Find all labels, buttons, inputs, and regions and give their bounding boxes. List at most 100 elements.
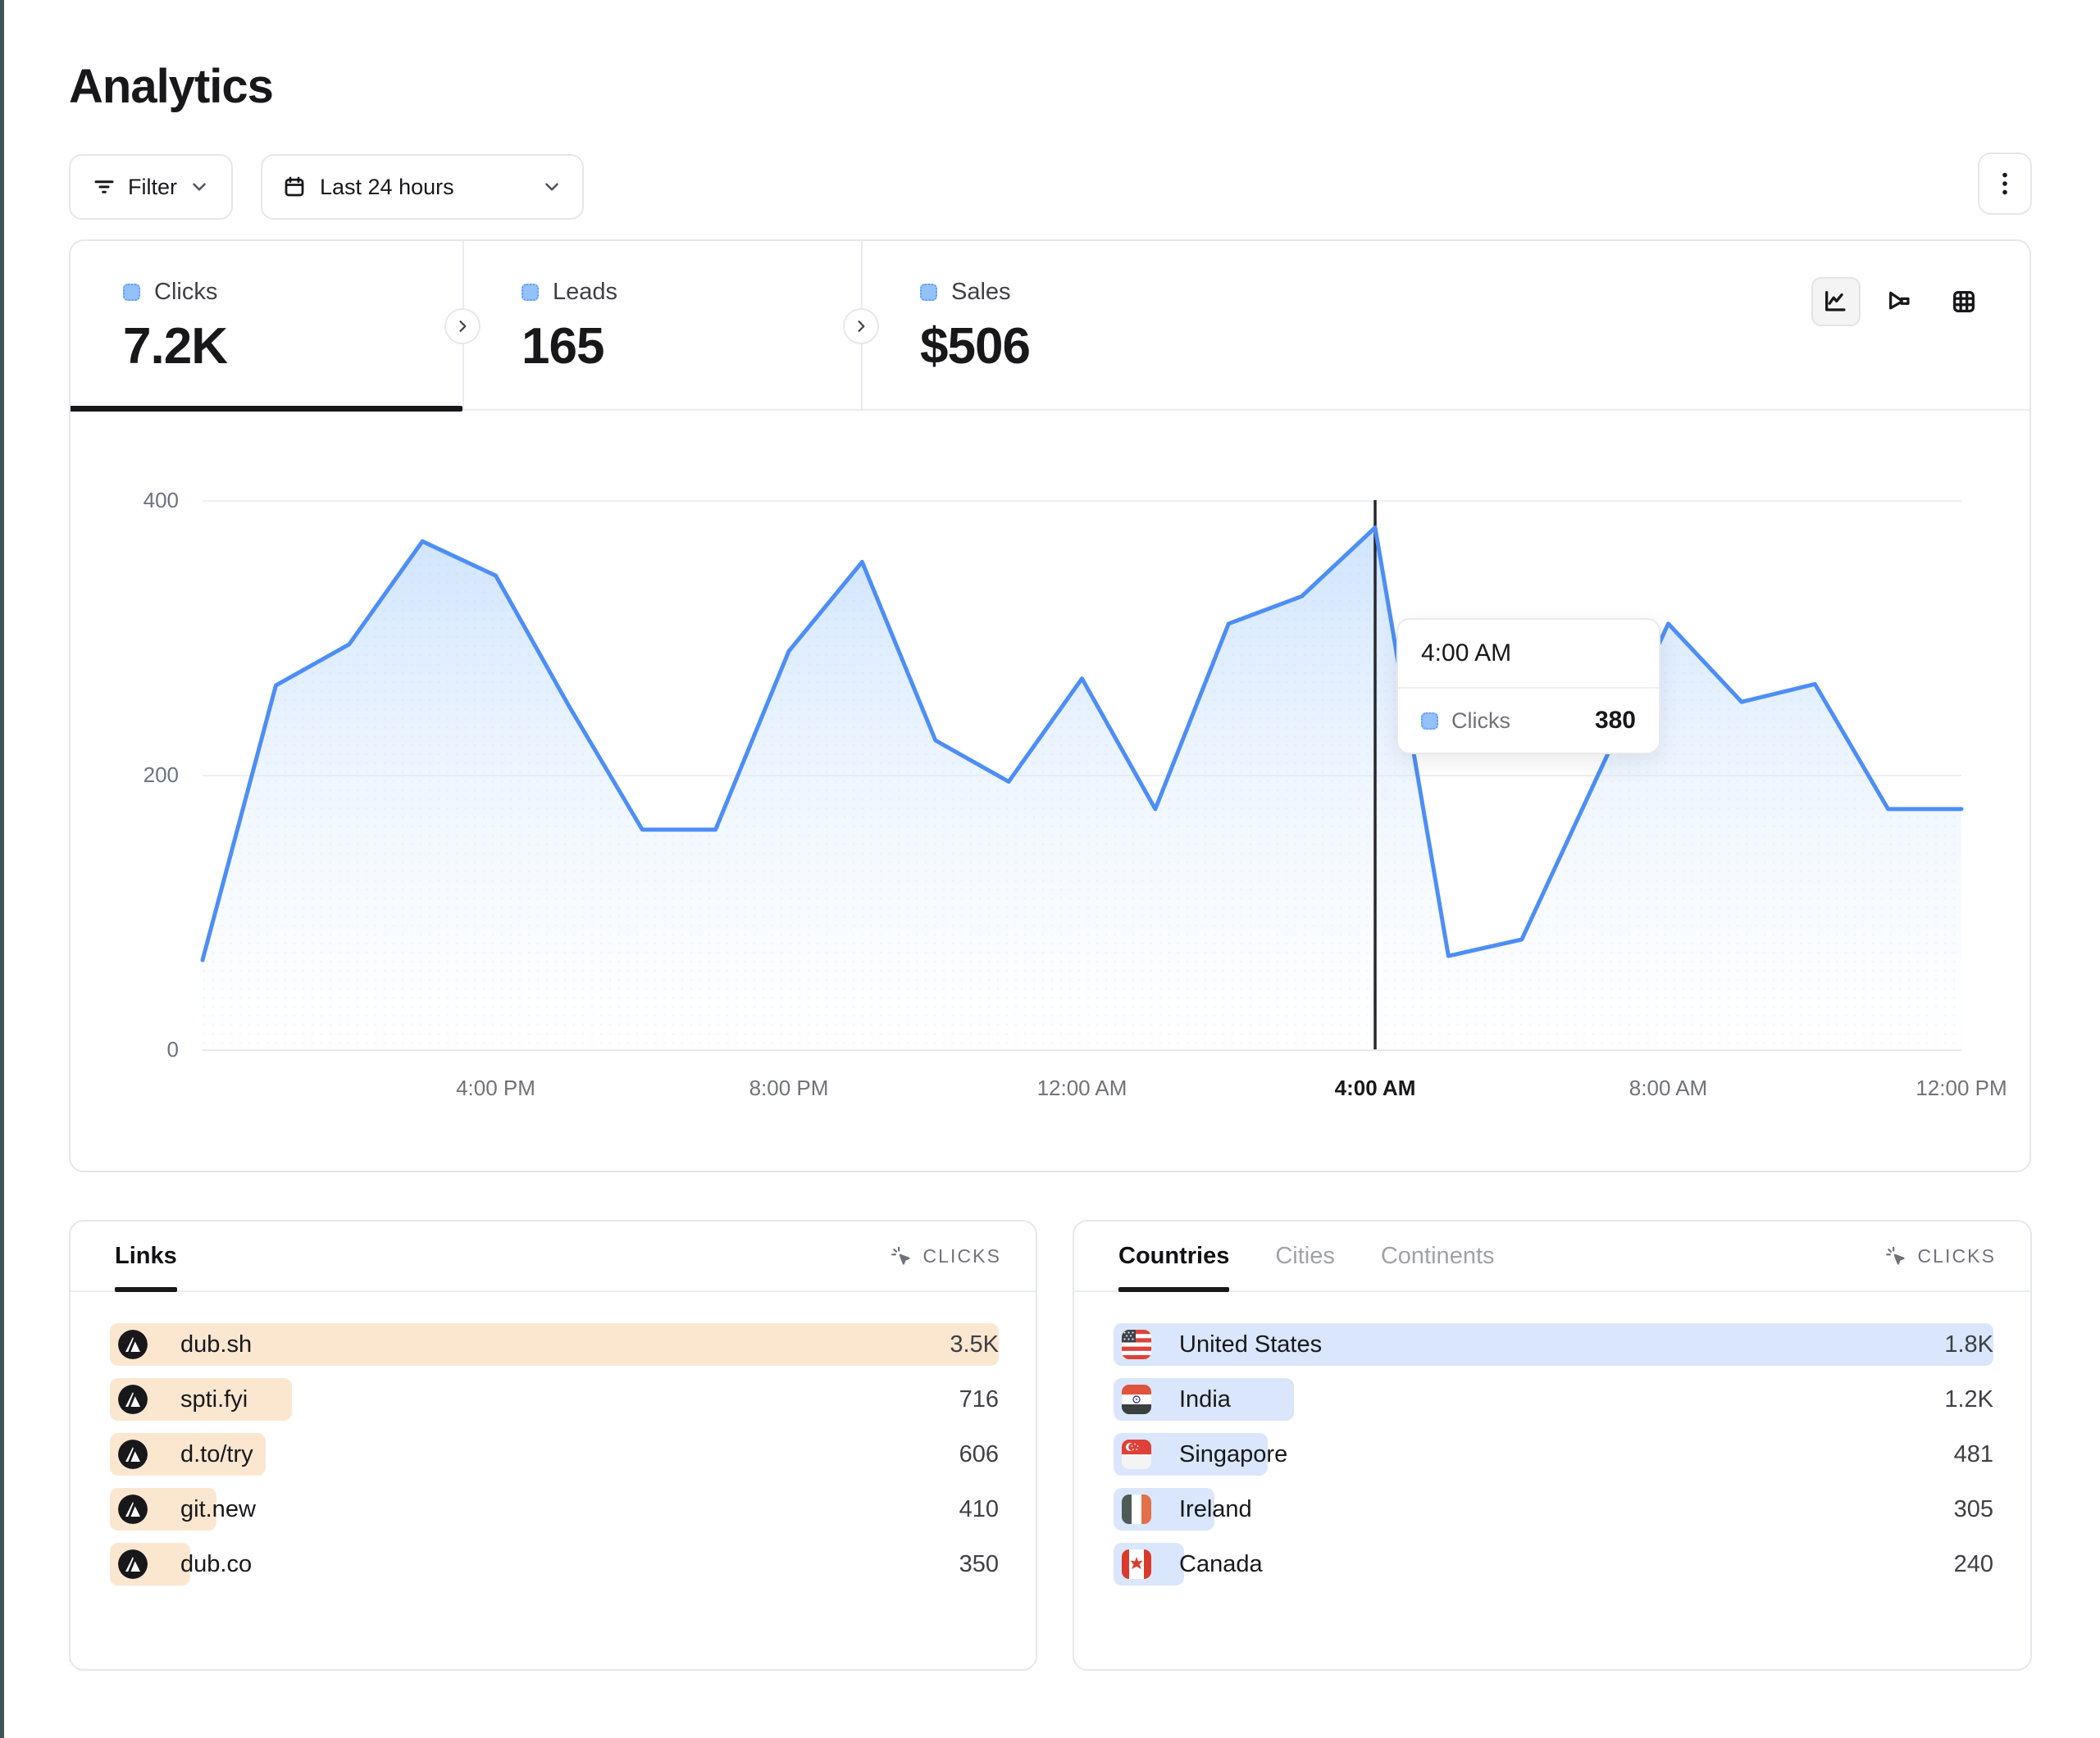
date-range-label: Last 24 hours	[320, 175, 454, 200]
tab-clicks[interactable]: Clicks 7.2K	[71, 241, 462, 409]
tab-leads[interactable]: Leads 165	[462, 241, 861, 409]
chart-view-toggles	[1811, 277, 1988, 326]
us-flag-icon	[1122, 1330, 1151, 1359]
funnel-icon	[1886, 288, 1914, 316]
table-view-button[interactable]	[1939, 277, 1988, 326]
tab-countries[interactable]: Countries	[1118, 1222, 1229, 1290]
x-tick-label: 8:00 AM	[1629, 1076, 1707, 1101]
filter-button[interactable]: Filter	[69, 154, 233, 220]
list-item-d-to-try[interactable]: d.to/try606	[110, 1433, 999, 1476]
row-value: 716	[959, 1378, 999, 1421]
row-value: 240	[1954, 1543, 1993, 1586]
tab-cities[interactable]: Cities	[1275, 1222, 1335, 1290]
row-label: India	[1179, 1378, 1231, 1421]
list-item-spti-fyi[interactable]: spti.fyi 716	[110, 1378, 999, 1421]
sales-stat-value: $506	[920, 317, 1287, 375]
date-range-button[interactable]: Last 24 hours	[261, 154, 584, 220]
tab-links-label: Links	[115, 1243, 177, 1270]
cursor-click-icon	[1885, 1245, 1907, 1267]
x-tick-label: 4:00 PM	[456, 1076, 535, 1101]
clicks-area-chart[interactable]	[203, 500, 1961, 1049]
chart-tooltip: 4:00 AM Clicks 380	[1396, 618, 1660, 754]
tooltip-legend-square	[1421, 712, 1438, 730]
line-chart-icon	[1822, 288, 1850, 316]
row-value: 606	[959, 1433, 999, 1476]
countries-metric-label: CLICKS	[1917, 1245, 1996, 1267]
tooltip-series-label: Clicks	[1451, 708, 1582, 734]
line-chart-view-button[interactable]	[1811, 277, 1861, 326]
row-value: 481	[1954, 1433, 1993, 1476]
calendar-icon	[282, 175, 307, 199]
x-axis-line	[203, 1049, 1961, 1051]
list-item-dub-co[interactable]: dub.co350	[110, 1543, 999, 1586]
filter-icon	[92, 175, 116, 199]
y-tick-label: 200	[71, 762, 179, 788]
row-value: 410	[959, 1488, 999, 1531]
ie-flag-icon	[1122, 1495, 1151, 1524]
row-value: 1.2K	[1944, 1378, 1993, 1421]
page-title: Analytics	[69, 59, 273, 114]
sales-legend-square	[920, 284, 937, 301]
list-item-ireland[interactable]: Ireland 305	[1114, 1488, 1993, 1531]
row-value: 350	[959, 1543, 999, 1586]
row-label: Ireland	[1179, 1488, 1252, 1531]
more-options-button[interactable]	[1978, 152, 2032, 215]
kebab-icon	[1993, 169, 2016, 198]
row-value: 1.8K	[1944, 1323, 1993, 1366]
cursor-click-icon	[891, 1245, 913, 1267]
tooltip-time: 4:00 AM	[1398, 620, 1659, 689]
tab-sales[interactable]: Sales $506	[861, 241, 1287, 409]
left-edge-stripe	[0, 0, 4, 1738]
dub-logo-icon	[118, 1549, 148, 1579]
list-item-singapore[interactable]: Singapore 481	[1114, 1433, 1993, 1476]
y-tick-label: 0	[71, 1037, 179, 1062]
leads-stat-label: Leads	[553, 279, 617, 306]
dub-logo-icon	[118, 1495, 148, 1524]
list-item-git-new[interactable]: git.new410	[110, 1488, 999, 1531]
x-tick-label: 8:00 PM	[749, 1076, 829, 1101]
countries-metric-selector[interactable]: CLICKS	[1885, 1245, 1996, 1267]
row-label: United States	[1179, 1323, 1322, 1366]
row-label: Singapore	[1179, 1433, 1287, 1476]
row-value: 3.5K	[950, 1323, 999, 1366]
x-tick-label: 12:00 AM	[1037, 1076, 1127, 1101]
y-tick-label: 400	[71, 488, 179, 513]
leads-stat-value: 165	[522, 317, 861, 375]
expand-leads-button[interactable]	[843, 308, 879, 344]
list-item-india[interactable]: India 1.2K	[1114, 1378, 1993, 1421]
list-item-canada[interactable]: Canada 240	[1114, 1543, 1993, 1586]
dub-logo-icon	[118, 1330, 148, 1359]
countries-rows: United States 1.8K India 1.2K Singapore 481 Ir…	[1074, 1292, 2030, 1586]
links-metric-label: CLICKS	[922, 1245, 1001, 1267]
dub-logo-icon	[118, 1440, 148, 1469]
clicks-legend-square	[123, 284, 140, 301]
leads-legend-square	[522, 284, 539, 301]
links-metric-selector[interactable]: CLICKS	[891, 1245, 1001, 1267]
dub-logo-icon	[118, 1385, 148, 1414]
chevron-down-icon	[189, 176, 210, 198]
analytics-card: Clicks 7.2K Leads 165 Sales $506	[69, 239, 2031, 1172]
sg-flag-icon	[1122, 1440, 1151, 1469]
grid-icon	[1950, 288, 1978, 316]
clicks-stat-value: 7.2K	[123, 317, 462, 375]
expand-clicks-button[interactable]	[444, 308, 481, 344]
filter-button-label: Filter	[128, 175, 177, 200]
chevron-down-icon	[541, 176, 563, 198]
tooltip-value: 380	[1595, 707, 1636, 735]
clicks-stat-label: Clicks	[154, 279, 217, 306]
funnel-view-button[interactable]	[1875, 277, 1925, 326]
x-tick-label: 12:00 PM	[1916, 1076, 2007, 1101]
links-rows: dub.sh3.5K spti.fyi 716 d.to/try606 git.new4…	[71, 1292, 1036, 1586]
row-label: spti.fyi	[180, 1378, 248, 1421]
tab-continents[interactable]: Continents	[1381, 1222, 1495, 1290]
x-axis-tick-labels: 4:00 PM8:00 PM12:00 AM4:00 AM8:00 AM12:0…	[203, 1076, 1961, 1108]
list-item-united-states[interactable]: United States 1.8K	[1114, 1323, 1993, 1366]
links-panel: Links CLICKS dub.sh3.5K spti.fyi 716 d.to/t…	[69, 1220, 1037, 1671]
list-item-dub-sh[interactable]: dub.sh3.5K	[110, 1323, 999, 1366]
row-label: Canada	[1179, 1543, 1263, 1586]
countries-tabs: Countries Cities Continents	[1118, 1222, 1495, 1290]
row-value: 305	[1954, 1488, 1993, 1531]
in-flag-icon	[1122, 1385, 1151, 1414]
tab-links[interactable]: Links	[115, 1222, 177, 1290]
x-tick-label: 4:00 AM	[1335, 1076, 1416, 1101]
